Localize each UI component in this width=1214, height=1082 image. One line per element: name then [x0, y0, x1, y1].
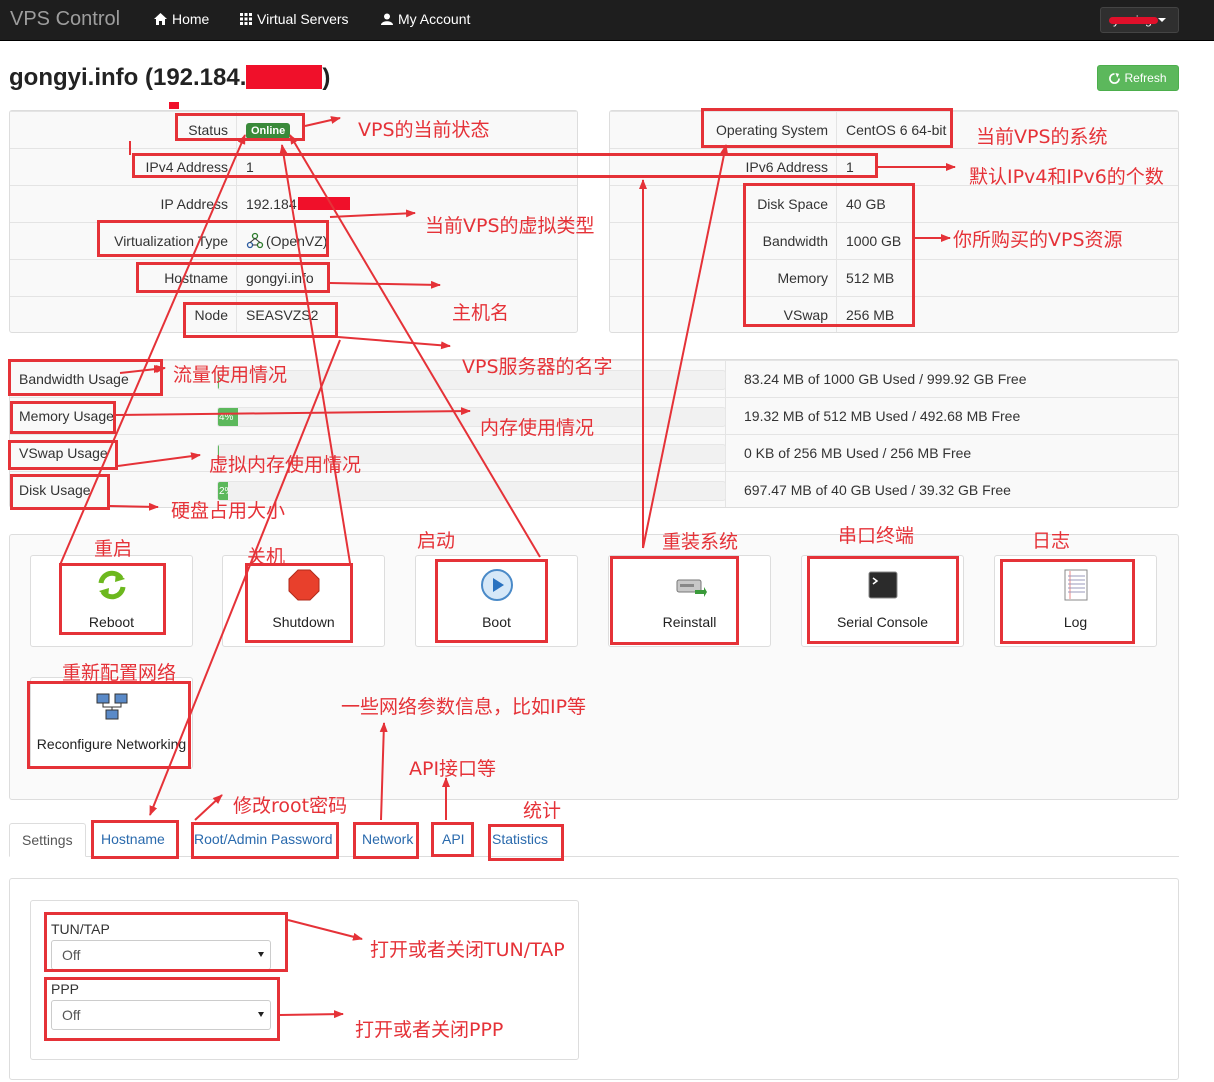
nav-my-account-label: My Account — [398, 11, 471, 27]
highlight-box — [353, 822, 419, 859]
memory-progress-bar: 4% — [217, 407, 726, 427]
highlight-box — [610, 556, 739, 645]
annotation-bandwidth: 流量使用情况 — [173, 364, 288, 386]
vswap-usage-text: 0 KB of 256 MB Used / 256 MB Free — [744, 445, 972, 461]
nav-home-label: Home — [172, 11, 210, 27]
annotation-tuntap: 打开或者关闭TUN/TAP — [370, 939, 565, 961]
highlight-box — [97, 220, 329, 257]
annotation-memory: 内存使用情况 — [480, 417, 595, 439]
highlight-box — [136, 262, 330, 293]
highlight-box — [191, 822, 339, 859]
highlight-box — [431, 822, 474, 857]
highlight-box — [8, 359, 163, 396]
annotation-network-config: 重新配置网络 — [62, 662, 177, 684]
annotation-statistics: 统计 — [523, 800, 562, 822]
highlight-box — [701, 108, 953, 148]
annotation-network-info: 一些网络参数信息，比如IP等 — [341, 696, 587, 718]
highlight-box — [175, 113, 305, 141]
nav-virtual-servers-label: Virtual Servers — [257, 11, 349, 27]
redaction-mark — [246, 65, 323, 89]
annotation-status: VPS的当前状态 — [358, 119, 490, 141]
page-title-suffix: ) — [322, 64, 331, 91]
annotation-boot: 启动 — [417, 530, 456, 552]
tab-settings[interactable]: Settings — [9, 823, 86, 857]
caret-down-icon — [1157, 18, 1166, 22]
annotation-log: 日志 — [1032, 530, 1071, 552]
user-menu-dropdown[interactable]: yuming — [1100, 7, 1179, 33]
annotation-shutdown: 关机 — [247, 546, 286, 568]
bandwidth-usage-text: 83.24 MB of 1000 GB Used / 999.92 GB Fre… — [744, 371, 1027, 387]
highlight-box — [1000, 559, 1135, 644]
user-icon — [381, 13, 393, 25]
highlight-box — [183, 302, 338, 338]
disk-usage-text: 697.47 MB of 40 GB Used / 39.32 GB Free — [744, 482, 1011, 498]
highlight-box — [27, 681, 191, 769]
annotation-reinstall: 重装系统 — [662, 531, 739, 553]
disk-progress-bar: 2% — [217, 481, 726, 501]
highlight-box — [132, 153, 878, 178]
refresh-button[interactable]: Refresh — [1097, 65, 1179, 91]
annotation-node: VPS服务器的名字 — [462, 356, 613, 378]
annotation-password: 修改root密码 — [233, 795, 348, 817]
refresh-label: Refresh — [1124, 71, 1167, 85]
highlight-box — [743, 183, 915, 327]
highlight-box — [245, 563, 353, 643]
home-icon — [154, 13, 167, 25]
brand-logo[interactable]: VPS Control — [10, 8, 120, 31]
page-title: gongyi.info (192.184.) — [9, 64, 330, 92]
annotation-ppp: 打开或者关闭PPP — [355, 1019, 504, 1041]
ip-value: 192.184 — [246, 196, 297, 212]
highlight-box — [59, 563, 166, 635]
annotation-disk: 硬盘占用大小 — [171, 500, 286, 522]
highlight-box — [435, 559, 548, 643]
annotation-os: 当前VPS的系统 — [976, 126, 1108, 148]
grid-icon — [240, 13, 252, 25]
annotation-serial-console: 串口终端 — [838, 525, 915, 547]
highlight-box — [10, 401, 116, 434]
page-title-text: gongyi.info (192.184. — [9, 64, 247, 91]
highlight-box — [44, 977, 280, 1041]
nav-virtual-servers[interactable]: Virtual Servers — [240, 11, 349, 27]
refresh-icon — [1109, 72, 1121, 84]
annotation-virtualization: 当前VPS的虚拟类型 — [425, 215, 595, 237]
highlight-box — [91, 820, 179, 859]
annotation-reboot: 重启 — [94, 538, 133, 560]
redaction-mark — [298, 197, 350, 210]
ip-label: IP Address — [160, 196, 228, 212]
highlight-box — [8, 440, 118, 470]
nav-home[interactable]: Home — [154, 11, 209, 27]
annotation-hostname: 主机名 — [452, 302, 510, 324]
memory-usage-text: 19.32 MB of 512 MB Used / 492.68 MB Free — [744, 408, 1021, 424]
annotation-vswap: 虚拟内存使用情况 — [209, 454, 362, 476]
tabs-divider — [9, 856, 1179, 857]
highlight-box — [488, 824, 564, 861]
highlight-box — [807, 556, 959, 644]
top-navbar: VPS Control Home Virtual Servers My Acco… — [0, 0, 1214, 41]
annotation-api: API接口等 — [409, 758, 497, 780]
annotation-resources: 你所购买的VPS资源 — [953, 229, 1123, 251]
nav-my-account[interactable]: My Account — [381, 11, 470, 27]
annotation-ip-count: 默认IPv4和IPv6的个数 — [969, 166, 1164, 188]
highlight-box — [44, 912, 288, 972]
memory-progress-fill: 4% — [218, 408, 239, 426]
redaction-mark — [169, 102, 179, 109]
highlight-box — [10, 474, 110, 510]
user-name: yuming — [1109, 13, 1158, 27]
